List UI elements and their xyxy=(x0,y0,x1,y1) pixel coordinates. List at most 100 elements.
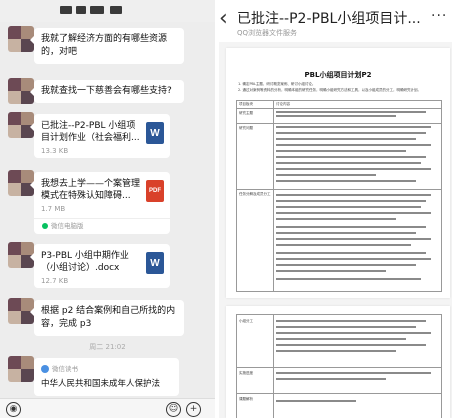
row-label: 小组分工 xyxy=(239,319,253,323)
text-line xyxy=(276,232,416,234)
avatar-tile xyxy=(8,356,21,369)
plan-table-continued: 小组分工 实施进度 课题解析 xyxy=(236,314,442,418)
plus-icon[interactable]: + xyxy=(186,402,201,417)
text-line xyxy=(276,180,416,182)
document-page[interactable]: PBL小组项目计划P2 1. 确定PBL主题、研讨概览案例、研讨小组讨论。 2.… xyxy=(226,48,450,298)
row-label: 研究主题 xyxy=(239,111,253,115)
avatar-tile xyxy=(8,26,21,39)
text-line xyxy=(276,115,396,117)
avatar-tile xyxy=(8,311,21,324)
emoji-icon[interactable]: ☺ xyxy=(166,402,181,417)
intro-line: 2. 通过对案例等资料的分析，明确本组的研究任务，明确小组研究方法和工具，以及小… xyxy=(238,88,421,92)
document-page[interactable]: 小组分工 实施进度 课题解析 xyxy=(226,306,450,418)
file-name: 已批注--P2-PBL 小组项目计划作业（社会福利... xyxy=(41,121,140,143)
table-rule xyxy=(237,367,441,368)
text-line xyxy=(276,132,426,134)
redacted-block xyxy=(110,6,122,14)
text-line xyxy=(276,270,386,272)
avatar-tile xyxy=(8,242,21,255)
text-line xyxy=(276,344,426,346)
file-size: 12.7 KB xyxy=(41,277,69,285)
card-title: 中华人民共和国未成年人保护法 xyxy=(41,379,161,389)
avatar-tile xyxy=(21,369,34,382)
message-bubble[interactable]: 我就查找一下慈善会有哪些支持? xyxy=(30,80,184,103)
more-button[interactable]: ··· xyxy=(431,8,447,24)
redacted-block xyxy=(60,6,72,14)
message-text: 我就查找一下慈善会有哪些支持? xyxy=(41,86,172,96)
file-message[interactable]: P3-PBL 小组中期作业（小组讨论）.docx 12.7 KB W xyxy=(30,244,170,288)
document-title: 已批注--P2-PBL小组项目计... xyxy=(237,11,421,27)
redacted-block xyxy=(90,6,104,14)
file-name: P3-PBL 小组中期作业（小组讨论）.docx xyxy=(41,251,129,273)
text-line xyxy=(276,138,416,140)
file-name: 我想去上学——个案管理模式在特殊认知障碍... xyxy=(41,179,141,201)
text-line xyxy=(276,238,431,240)
pdf-file-icon: PDF xyxy=(146,180,164,202)
table-rule xyxy=(237,108,441,109)
row-label: 课题解析 xyxy=(239,397,253,401)
viewer-header: ‹ 已批注--P2-PBL小组项目计... ··· QQ浏览器文件服务 xyxy=(219,0,452,42)
table-rule xyxy=(237,123,441,124)
text-line xyxy=(276,338,406,340)
avatar-tile xyxy=(8,298,21,311)
voice-icon[interactable]: ◉ xyxy=(6,402,21,417)
file-source: 微信电脑版 xyxy=(34,218,170,234)
doc-heading: PBL小组项目计划P2 xyxy=(304,71,372,79)
chevron-left-icon[interactable]: ‹ xyxy=(219,6,228,31)
text-line xyxy=(276,212,431,214)
row-label: 任务分解及成员分工 xyxy=(239,192,271,196)
message-text: 我就了解经济方面的有哪些资源的，对吧 xyxy=(41,34,168,57)
table-rule xyxy=(237,393,441,394)
text-line xyxy=(276,126,431,128)
avatar-tile xyxy=(8,91,21,104)
file-size: 1.7 MB xyxy=(41,205,66,213)
message-timestamp: 周二 21:02 xyxy=(89,343,126,351)
text-line xyxy=(276,150,406,152)
wechat-icon xyxy=(42,223,48,229)
table-rule xyxy=(273,101,274,291)
row-label: 研究问题 xyxy=(239,126,253,130)
table-header: 项目板块 xyxy=(239,102,253,106)
message-bubble[interactable]: 根据 p2 结合案例和自己所找的内容，完成 p3 xyxy=(30,300,184,336)
text-line xyxy=(276,218,396,220)
text-line xyxy=(276,332,431,334)
text-line xyxy=(276,400,356,402)
word-file-icon: W xyxy=(146,252,164,274)
text-line xyxy=(276,206,421,208)
avatar-tile xyxy=(8,183,21,196)
word-file-icon: W xyxy=(146,122,164,144)
viewer-subtitle: QQ浏览器文件服务 xyxy=(237,29,298,37)
table-rule xyxy=(237,189,441,190)
file-size: 13.3 KB xyxy=(41,147,69,155)
avatar[interactable] xyxy=(8,356,34,382)
avatar-tile xyxy=(8,112,21,125)
input-bar: ◉ ☺ + xyxy=(0,398,215,418)
row-label: 实施进度 xyxy=(239,371,253,375)
card-source-label: 微信读书 xyxy=(52,365,78,373)
avatar-tile xyxy=(8,170,21,183)
redacted-block xyxy=(76,6,86,14)
message-bubble[interactable]: 我就了解经济方面的有哪些资源的，对吧 xyxy=(30,28,184,64)
text-line xyxy=(276,111,426,113)
wechat-read-icon xyxy=(41,365,49,373)
text-line xyxy=(276,144,431,146)
file-message[interactable]: 已批注--P2-PBL 小组项目计划作业（社会福利... 13.3 KB W xyxy=(30,114,170,158)
intro-line: 1. 确定PBL主题、研讨概览案例、研讨小组讨论。 xyxy=(238,82,316,86)
text-line xyxy=(276,372,431,374)
text-line xyxy=(276,194,431,196)
document-viewer: ‹ 已批注--P2-PBL小组项目计... ··· QQ浏览器文件服务 PBL小… xyxy=(219,0,452,418)
status-bar xyxy=(0,0,215,22)
text-line xyxy=(276,244,411,246)
file-message[interactable]: 我想去上学——个案管理模式在特殊认知障碍... 1.7 MB PDF 微信电脑版 xyxy=(30,172,170,234)
avatar-tile xyxy=(8,369,21,382)
text-line xyxy=(276,264,416,266)
file-source-label: 微信电脑版 xyxy=(51,222,84,230)
shared-book-card[interactable]: 微信读书 中华人民共和国未成年人保护法 xyxy=(34,358,179,396)
avatar-tile xyxy=(21,356,34,369)
avatar-tile xyxy=(8,78,21,91)
avatar-tile xyxy=(8,39,21,52)
text-line xyxy=(276,326,416,328)
chat-panel: 我就了解经济方面的有哪些资源的，对吧 我就查找一下慈善会有哪些支持? 已批注--… xyxy=(0,0,215,418)
text-line xyxy=(276,252,426,254)
text-line xyxy=(276,378,386,380)
